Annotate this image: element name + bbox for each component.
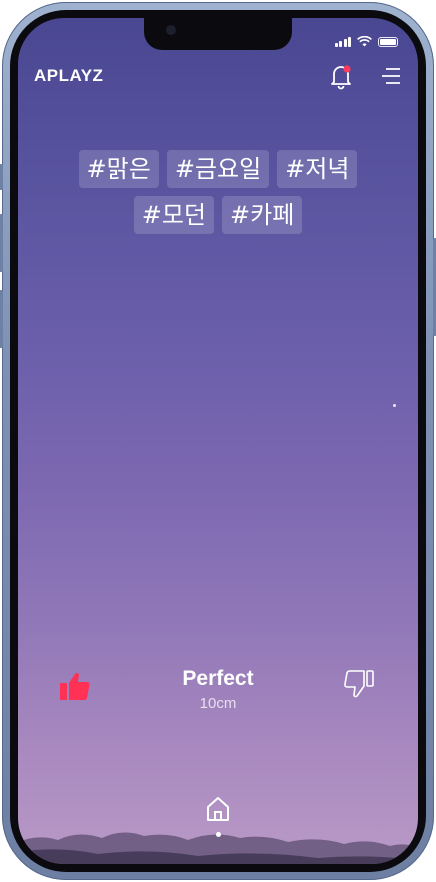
- side-button: [0, 290, 3, 348]
- status-bar: [334, 36, 398, 47]
- tag-modern[interactable]: #모던: [133, 196, 214, 234]
- tag-row: #모던 #카페: [133, 196, 303, 234]
- star-graphic: [393, 404, 396, 407]
- notch: [144, 18, 292, 50]
- wifi-icon: [357, 36, 372, 47]
- home-icon[interactable]: [205, 796, 231, 822]
- menu-icon[interactable]: [380, 66, 402, 86]
- camera: [166, 25, 176, 35]
- mood-tags: #맑은 #금요일 #저녁 #모던 #카페: [18, 150, 418, 234]
- tag-cafe[interactable]: #카페: [222, 196, 303, 234]
- tag-clear[interactable]: #맑은: [78, 150, 159, 188]
- notification-dot: [343, 65, 351, 73]
- tag-evening[interactable]: #저녁: [277, 150, 358, 188]
- home-active-indicator: [216, 832, 221, 837]
- side-button: [0, 164, 3, 190]
- player-controls: Perfect 10cm: [18, 666, 418, 726]
- moon-graphic: [104, 434, 126, 464]
- battery-icon: [378, 36, 398, 47]
- app-screen: APLAYZ #맑은 #금요일 #저녁 #모던 #카페 Perfect 10cm: [18, 18, 418, 864]
- app-logo[interactable]: APLAYZ: [34, 66, 103, 86]
- tag-row: #맑은 #금요일 #저녁: [78, 150, 358, 188]
- side-button: [0, 214, 3, 272]
- signal-icon: [334, 36, 351, 47]
- tag-friday[interactable]: #금요일: [166, 150, 270, 188]
- bell-icon[interactable]: [328, 62, 354, 90]
- thumbs-down-icon[interactable]: [342, 668, 376, 700]
